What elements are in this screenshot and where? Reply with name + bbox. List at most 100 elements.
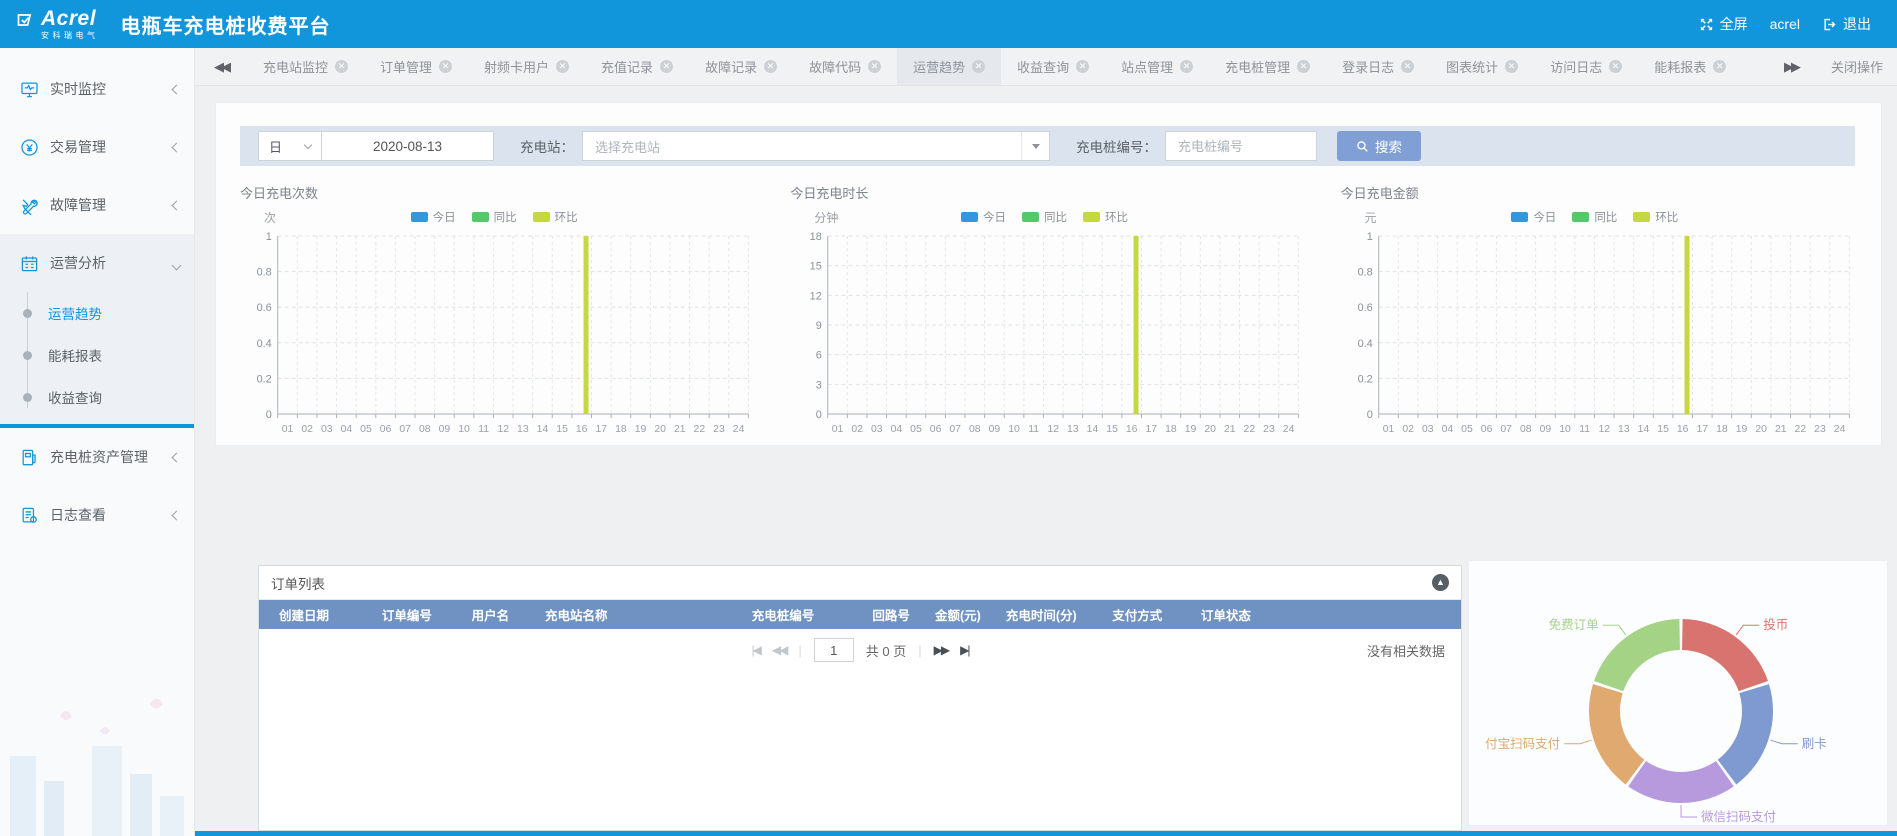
svg-text:1: 1 xyxy=(266,231,272,243)
sidebar-item-交易管理[interactable]: 交易管理 xyxy=(0,118,194,176)
legend-item-今日[interactable]: 今日 xyxy=(1511,209,1556,225)
transaction-icon xyxy=(20,138,39,157)
pile-number-input[interactable] xyxy=(1165,131,1317,161)
legend-swatch xyxy=(533,212,550,222)
period-select[interactable]: 日 xyxy=(258,131,322,161)
tab-射频卡用户[interactable]: 射频卡用户✕ xyxy=(468,48,585,85)
legend-item-同比[interactable]: 同比 xyxy=(472,209,517,225)
tab-图表统计[interactable]: 图表统计✕ xyxy=(1430,48,1534,85)
tab-close-icon[interactable]: ✕ xyxy=(1180,60,1193,73)
tab-close-icon[interactable]: ✕ xyxy=(660,60,673,73)
tab-运营趋势[interactable]: 运营趋势✕ xyxy=(897,48,1001,85)
station-select-caret[interactable] xyxy=(1021,132,1049,160)
svg-text:15: 15 xyxy=(556,424,568,435)
tab-充电站监控[interactable]: 充电站监控✕ xyxy=(247,48,364,85)
tab-close-icon[interactable]: ✕ xyxy=(972,60,985,73)
first-page-icon[interactable]: |◀ xyxy=(752,643,760,657)
close-operations-button[interactable]: 关闭操作 xyxy=(1817,57,1897,76)
filter-bar: 日 2020-08-13 充电站： 选择充电站 充电桩编号： 搜索 xyxy=(240,126,1855,166)
sidebar-item-故障管理[interactable]: 故障管理 xyxy=(0,176,194,234)
svg-text:11: 11 xyxy=(478,424,489,435)
svg-text:17: 17 xyxy=(596,424,608,435)
tab-故障代码[interactable]: 故障代码✕ xyxy=(793,48,897,85)
tab-close-icon[interactable]: ✕ xyxy=(1076,60,1089,73)
svg-text:21: 21 xyxy=(1224,424,1236,435)
chart-title: 今日充电时长 xyxy=(790,183,1306,202)
tab-close-icon[interactable]: ✕ xyxy=(764,60,777,73)
sidebar-item-日志查看[interactable]: 日志查看 xyxy=(0,486,194,544)
fullscreen-label: 全屏 xyxy=(1720,14,1748,34)
tab-close-icon[interactable]: ✕ xyxy=(1713,60,1726,73)
svg-text:0.8: 0.8 xyxy=(1357,267,1372,279)
svg-text:0.8: 0.8 xyxy=(257,267,272,279)
tab-充电桩管理[interactable]: 充电桩管理✕ xyxy=(1209,48,1326,85)
svg-text:05: 05 xyxy=(360,424,372,435)
tab-close-icon[interactable]: ✕ xyxy=(868,60,881,73)
tab-close-icon[interactable]: ✕ xyxy=(556,60,569,73)
sidebar-subitem-收益查询[interactable]: 收益查询 xyxy=(0,376,194,418)
legend-swatch xyxy=(1511,212,1528,222)
prev-page-icon[interactable]: ◀◀ xyxy=(772,643,786,657)
bar-chart-plot: 00.20.40.60.8101020304050607080910111213… xyxy=(1341,228,1857,440)
legend-item-环比[interactable]: 环比 xyxy=(1083,209,1128,225)
column-header-订单状态: 订单状态 xyxy=(1201,605,1319,624)
column-header-订单编号: 订单编号 xyxy=(382,605,472,624)
svg-text:22: 22 xyxy=(1794,424,1806,435)
page-number-input[interactable] xyxy=(814,638,854,662)
tab-充值记录[interactable]: 充值记录✕ xyxy=(585,48,689,85)
tab-close-icon[interactable]: ✕ xyxy=(1297,60,1310,73)
tab-close-icon[interactable]: ✕ xyxy=(439,60,452,73)
tab-访问日志[interactable]: 访问日志✕ xyxy=(1534,48,1638,85)
sidebar-subitem-运营趋势[interactable]: 运营趋势 xyxy=(0,292,194,334)
donut-label-付宝扫码支付: 付宝扫码支付 xyxy=(1485,737,1560,751)
tab-close-icon[interactable]: ✕ xyxy=(1505,60,1518,73)
tab-登录日志[interactable]: 登录日志✕ xyxy=(1326,48,1430,85)
legend-item-环比[interactable]: 环比 xyxy=(1633,209,1678,225)
next-page-icon[interactable]: ▶▶ xyxy=(934,643,948,657)
column-header-金额(元): 金额(元) xyxy=(935,605,1006,624)
sidebar-subitem-能耗报表[interactable]: 能耗报表 xyxy=(0,334,194,376)
tab-站点管理[interactable]: 站点管理✕ xyxy=(1105,48,1209,85)
date-input[interactable]: 2020-08-13 xyxy=(322,131,494,161)
column-header-支付方式: 支付方式 xyxy=(1112,605,1201,624)
tab-close-icon[interactable]: ✕ xyxy=(1401,60,1414,73)
svg-text:06: 06 xyxy=(380,424,392,435)
svg-text:03: 03 xyxy=(321,424,333,435)
legend-item-今日[interactable]: 今日 xyxy=(961,209,1006,225)
logout-button[interactable]: 退出 xyxy=(1822,14,1871,34)
legend-item-环比[interactable]: 环比 xyxy=(533,209,578,225)
sidebar-item-运营分析[interactable]: 运营分析 xyxy=(0,234,194,292)
station-select[interactable]: 选择充电站 xyxy=(582,131,1050,161)
collapse-panel-icon[interactable]: ▲ xyxy=(1432,574,1449,591)
svg-text:04: 04 xyxy=(1441,424,1453,435)
tab-能耗报表[interactable]: 能耗报表✕ xyxy=(1638,48,1742,85)
tab-订单管理[interactable]: 订单管理✕ xyxy=(364,48,468,85)
tab-scroll-left-icon[interactable]: ◀◀ xyxy=(195,48,247,85)
tab-close-icon[interactable]: ✕ xyxy=(1609,60,1622,73)
svg-text:3: 3 xyxy=(816,379,822,391)
tab-scroll-right-icon[interactable]: ▶▶ xyxy=(1765,59,1817,75)
svg-text:0.4: 0.4 xyxy=(1357,338,1372,350)
svg-text:24: 24 xyxy=(1283,424,1295,435)
acrel-logo: Acrel 安科瑞电气 xyxy=(16,8,99,40)
fullscreen-button[interactable]: 全屏 xyxy=(1699,14,1748,34)
sidebar-item-实时监控[interactable]: 实时监控 xyxy=(0,60,194,118)
search-button[interactable]: 搜索 xyxy=(1337,131,1421,161)
svg-text:02: 02 xyxy=(852,424,864,435)
donut-segment-微信扫码支付 xyxy=(1628,761,1734,803)
sidebar-item-充电桩资产管理[interactable]: 充电桩资产管理 xyxy=(0,428,194,486)
svg-text:10: 10 xyxy=(1559,424,1571,435)
tab-close-icon[interactable]: ✕ xyxy=(335,60,348,73)
legend-item-同比[interactable]: 同比 xyxy=(1022,209,1067,225)
tab-故障记录[interactable]: 故障记录✕ xyxy=(689,48,793,85)
tab-收益查询[interactable]: 收益查询✕ xyxy=(1001,48,1105,85)
empty-table-message: 没有相关数据 xyxy=(1367,641,1445,660)
svg-text:03: 03 xyxy=(1422,424,1434,435)
username[interactable]: acrel xyxy=(1770,16,1800,32)
pile-number-label: 充电桩编号： xyxy=(1076,136,1157,156)
legend-item-同比[interactable]: 同比 xyxy=(1572,209,1617,225)
legend-item-今日[interactable]: 今日 xyxy=(411,209,456,225)
legend-swatch xyxy=(411,212,428,222)
logout-icon xyxy=(1822,17,1837,32)
last-page-icon[interactable]: ▶| xyxy=(960,643,968,657)
